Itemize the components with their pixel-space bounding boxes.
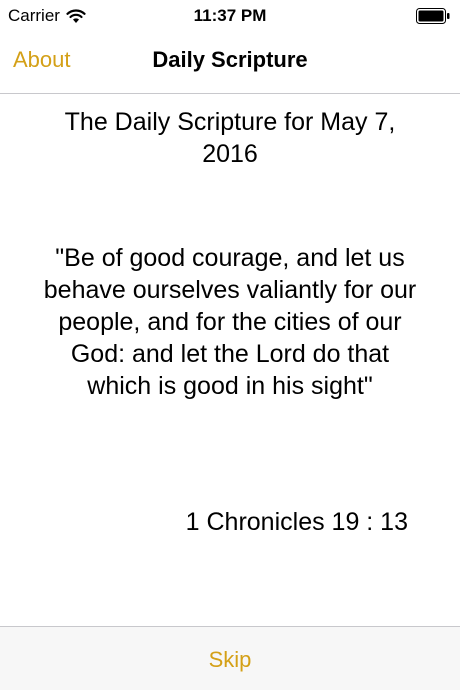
navigation-bar: About Daily Scripture	[0, 32, 460, 94]
battery-icon	[416, 8, 450, 24]
status-time: 11:37 PM	[193, 6, 267, 25]
verse-text: "Be of good courage, and let us behave o…	[43, 244, 417, 400]
page-title: Daily Scripture	[152, 47, 308, 72]
skip-button[interactable]: Skip	[0, 647, 460, 673]
date-heading: The Daily Scripture for May 7, 2016	[64, 108, 396, 168]
bottom-toolbar: Skip	[0, 626, 460, 690]
status-bar: Carrier 11:37 PM	[0, 0, 460, 32]
screen: Carrier 11:37 PM About Daily Scripture T…	[0, 0, 460, 690]
verse-reference: 1 Chronicles 19 : 13	[185, 508, 408, 536]
